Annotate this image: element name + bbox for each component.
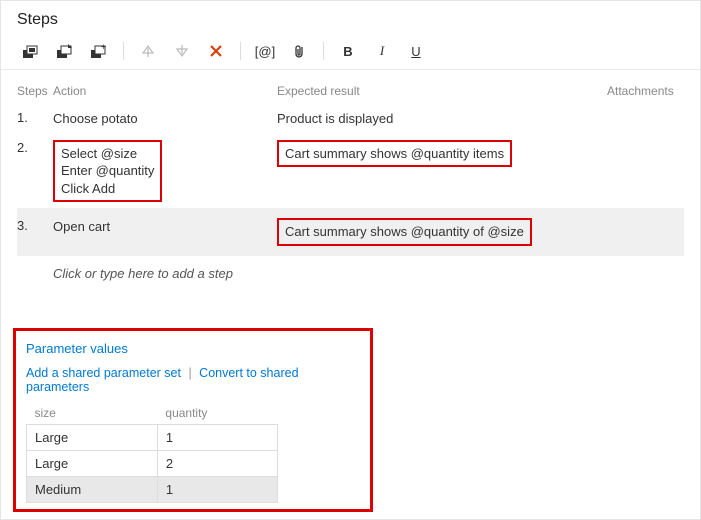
step-row[interactable]: 1.Choose potatoProduct is displayed: [17, 104, 684, 134]
step-number: 2.: [17, 140, 53, 203]
parameter-table: size quantity Large1Large2Medium1: [26, 402, 278, 503]
param-col-quantity: quantity: [157, 402, 277, 425]
col-attachments: Attachments: [607, 84, 684, 98]
param-row[interactable]: Large2: [27, 451, 278, 477]
step-action-cell[interactable]: Open cart: [53, 214, 277, 250]
action-text: Choose potato: [53, 110, 277, 128]
steps-grid: Steps Action Expected result Attachments…: [1, 70, 700, 281]
separator: [123, 42, 124, 60]
separator: [240, 42, 241, 60]
separator: |: [188, 366, 191, 380]
param-quantity-cell[interactable]: 1: [157, 477, 277, 503]
param-quantity-cell[interactable]: 2: [157, 451, 277, 477]
param-quantity-cell[interactable]: 1: [157, 425, 277, 451]
step-number: 3.: [17, 214, 53, 250]
param-size-cell[interactable]: Large: [27, 451, 158, 477]
add-attachment-icon[interactable]: [285, 37, 313, 65]
column-headers: Steps Action Expected result Attachments: [17, 78, 684, 104]
action-text: Select @size: [61, 145, 154, 163]
step-result-cell[interactable]: Product is displayed: [277, 110, 607, 128]
col-action: Action: [53, 84, 277, 98]
result-text: Cart summary shows @quantity of @size: [277, 218, 532, 246]
add-step-placeholder[interactable]: Click or type here to add a step: [17, 256, 684, 281]
move-down-icon[interactable]: [168, 37, 196, 65]
parameter-values-panel: Parameter values Add a shared parameter …: [13, 328, 373, 512]
steps-panel: Steps + [@] B I U Steps: [0, 0, 701, 520]
action-text: Click Add: [61, 180, 154, 198]
action-text: Open cart: [53, 218, 277, 236]
action-text: Enter @quantity: [61, 162, 154, 180]
step-row[interactable]: 3.Open cartCart summary shows @quantity …: [17, 208, 684, 256]
step-action-cell[interactable]: Choose potato: [53, 110, 277, 128]
result-text: Cart summary shows @quantity items: [277, 140, 512, 168]
underline-button[interactable]: U: [402, 37, 430, 65]
svg-text:+: +: [101, 44, 106, 52]
separator: [323, 42, 324, 60]
insert-step-icon[interactable]: [17, 37, 45, 65]
parameter-values-title: Parameter values: [26, 341, 360, 356]
param-row[interactable]: Medium1: [27, 477, 278, 503]
result-text: Product is displayed: [277, 111, 393, 126]
insert-parameter-icon[interactable]: [@]: [251, 37, 279, 65]
col-result: Expected result: [277, 84, 607, 98]
param-col-size: size: [27, 402, 158, 425]
step-action-cell[interactable]: Select @sizeEnter @quantityClick Add: [53, 140, 277, 203]
step-result-cell[interactable]: Cart summary shows @quantity items: [277, 140, 607, 203]
bold-button[interactable]: B: [334, 37, 362, 65]
toolbar: + [@] B I U: [1, 37, 700, 70]
page-title: Steps: [1, 1, 700, 37]
add-shared-param-link[interactable]: Add a shared parameter set: [26, 366, 181, 380]
step-row[interactable]: 2.Select @sizeEnter @quantityClick AddCa…: [17, 134, 684, 209]
delete-step-icon[interactable]: [202, 37, 230, 65]
move-up-icon[interactable]: [134, 37, 162, 65]
step-result-cell[interactable]: Cart summary shows @quantity of @size: [277, 214, 607, 250]
italic-button[interactable]: I: [368, 37, 396, 65]
create-shared-step-icon[interactable]: +: [85, 37, 113, 65]
param-size-cell[interactable]: Large: [27, 425, 158, 451]
param-row[interactable]: Large1: [27, 425, 278, 451]
step-number: 1.: [17, 110, 53, 128]
col-steps: Steps: [17, 84, 53, 98]
insert-shared-step-icon[interactable]: [51, 37, 79, 65]
param-size-cell[interactable]: Medium: [27, 477, 158, 503]
